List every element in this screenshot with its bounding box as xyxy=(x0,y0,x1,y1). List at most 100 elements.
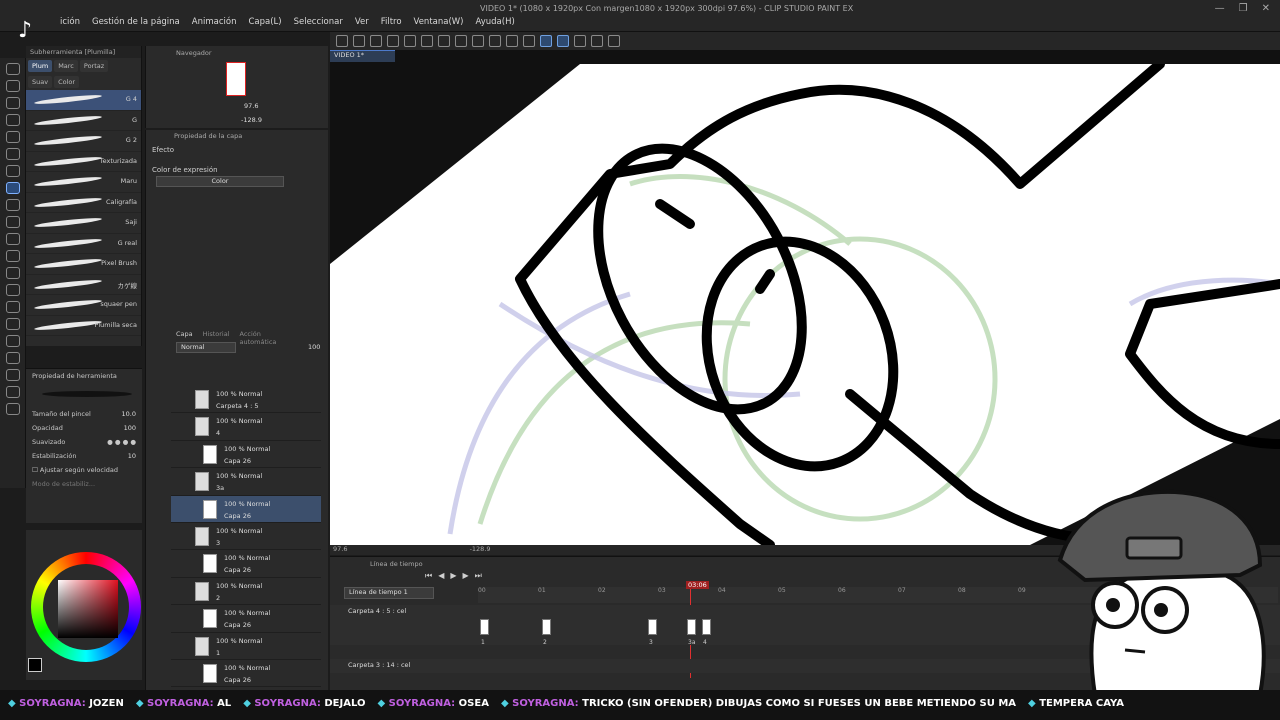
tab-pen[interactable]: Plum xyxy=(28,60,53,72)
brush-item[interactable]: G 4 xyxy=(26,90,141,111)
expression-color-select[interactable]: Color xyxy=(156,176,284,187)
menu-page-management[interactable]: Gestión de la página xyxy=(92,17,180,27)
operation-tool-icon[interactable] xyxy=(6,97,20,109)
timeline-cel[interactable] xyxy=(687,619,696,635)
snap-ruler-icon[interactable] xyxy=(540,35,552,47)
brush-item[interactable]: Texturizada xyxy=(26,152,141,172)
layer-item[interactable]: 100 % Normal Capa 26 xyxy=(171,495,321,523)
view-icon[interactable] xyxy=(370,35,382,47)
menu-select[interactable]: Seleccionar xyxy=(294,17,343,27)
tab-auto-action[interactable]: Acción automática xyxy=(240,330,298,346)
stabilization-value[interactable]: 10 xyxy=(128,452,136,460)
tab-portaminas[interactable]: Portaz xyxy=(79,60,109,72)
figure-tool-icon[interactable] xyxy=(6,318,20,330)
gradient-tool-icon[interactable] xyxy=(6,301,20,313)
menu-view[interactable]: Ver xyxy=(355,17,369,27)
drawing-canvas[interactable] xyxy=(330,64,1280,545)
new-icon[interactable] xyxy=(353,35,365,47)
frame-tool-icon[interactable] xyxy=(6,335,20,347)
last-frame-icon[interactable]: ⏭ xyxy=(475,571,482,581)
balloon-tool-icon[interactable] xyxy=(6,386,20,398)
timeline-cel[interactable] xyxy=(542,619,551,635)
tab-marker[interactable]: Marc xyxy=(54,60,78,72)
layer-folder[interactable]: 100 % Normal 3a xyxy=(171,468,321,496)
tab-color[interactable]: Color xyxy=(54,76,80,88)
save-icon[interactable] xyxy=(404,35,416,47)
tab-smooth[interactable]: Suav xyxy=(28,76,53,88)
document-tab[interactable]: VIDEO 1* xyxy=(330,50,395,62)
brush-size-value[interactable]: 10.0 xyxy=(122,410,136,418)
fill-icon[interactable] xyxy=(489,35,501,47)
settings-icon[interactable] xyxy=(608,35,620,47)
fill-tool-icon[interactable] xyxy=(6,284,20,296)
eraser-tool-icon[interactable] xyxy=(6,250,20,262)
zoom-tool-icon[interactable] xyxy=(6,63,20,75)
next-frame-icon[interactable]: ▶ xyxy=(463,571,469,581)
brush-item[interactable]: G real xyxy=(26,234,141,254)
stabilization-row[interactable]: Estabilización 10 xyxy=(26,449,142,463)
menu-animation[interactable]: Animación xyxy=(192,17,237,27)
smoothing-dots[interactable]: ● ● ● ● xyxy=(107,438,136,446)
lasso-tool-icon[interactable] xyxy=(6,80,20,92)
timeline-select[interactable]: Línea de tiempo 1 xyxy=(344,587,434,599)
move-tool-icon[interactable] xyxy=(6,114,20,126)
play-icon[interactable]: ▶ xyxy=(450,571,456,581)
grid-icon[interactable] xyxy=(523,35,535,47)
layer-folder[interactable]: 100 % Normal 4 xyxy=(171,413,321,441)
canvas-angle[interactable]: -128.9 xyxy=(470,545,491,553)
brush-item[interactable]: squaer pen xyxy=(26,295,141,316)
speed-checkbox[interactable]: ☐ Ajustar según velocidad xyxy=(32,466,118,474)
navigator-thumbnail[interactable] xyxy=(226,62,246,96)
layer-item[interactable]: 100 % Normal Capa 26 xyxy=(171,660,321,688)
brush-item[interactable]: G 2 xyxy=(26,131,141,152)
maximize-icon[interactable]: ❐ xyxy=(1239,3,1248,14)
pencil-tool-icon[interactable] xyxy=(6,199,20,211)
export-icon[interactable] xyxy=(421,35,433,47)
main-color-swatch[interactable] xyxy=(28,658,42,672)
text-tool-icon[interactable] xyxy=(6,369,20,381)
opacity-row[interactable]: Opacidad 100 xyxy=(26,421,142,435)
hue-wheel[interactable] xyxy=(31,552,141,662)
layer-item[interactable]: 100 % Normal Capa 26 xyxy=(171,441,321,469)
brush-item[interactable]: Caligrafía xyxy=(26,193,141,213)
menu-edit[interactable]: ición xyxy=(60,17,80,27)
brush-tool-icon[interactable] xyxy=(6,216,20,228)
stabilization-mode[interactable]: Modo de estabiliz... xyxy=(32,480,95,488)
brush-size-row[interactable]: Tamaño del pincel 10.0 xyxy=(26,407,142,421)
canvas-zoom[interactable]: 97.6 xyxy=(333,545,347,553)
brush-item[interactable]: Plumilla seca xyxy=(26,316,141,336)
menu-help[interactable]: Ayuda(H) xyxy=(476,17,515,27)
layer-item[interactable]: 100 % Normal Capa 26 xyxy=(171,605,321,633)
brush-item[interactable]: カゲ線 xyxy=(26,275,141,295)
transform-icon[interactable] xyxy=(472,35,484,47)
opacity-value[interactable]: 100 xyxy=(124,424,136,432)
canvas-area[interactable]: VIDEO 1* xyxy=(330,50,1280,545)
close-icon[interactable]: ✕ xyxy=(1262,3,1270,14)
magic-wand-icon[interactable] xyxy=(6,148,20,160)
timeline-cel[interactable] xyxy=(702,619,711,635)
blend-mode-select[interactable]: Normal xyxy=(176,342,236,353)
eyedropper-icon[interactable] xyxy=(6,165,20,177)
menu-window[interactable]: Ventana(W) xyxy=(414,17,464,27)
layer-item[interactable]: 100 % Normal Capa 26 xyxy=(171,550,321,578)
prev-frame-icon[interactable]: ◀ xyxy=(438,571,444,581)
redo-icon[interactable] xyxy=(455,35,467,47)
layer-opacity[interactable]: 100 xyxy=(308,343,320,351)
layer-folder[interactable]: 100 % Normal 3 xyxy=(171,523,321,551)
layer-folder[interactable]: 100 % Normal 1 xyxy=(171,633,321,660)
airbrush-tool-icon[interactable] xyxy=(6,233,20,245)
menu-layer[interactable]: Capa(L) xyxy=(248,17,281,27)
undo-icon[interactable] xyxy=(438,35,450,47)
open-icon[interactable] xyxy=(387,35,399,47)
brush-item[interactable]: G xyxy=(26,111,141,131)
layer-folder[interactable]: 100 % Normal Carpeta 4 : 5 xyxy=(171,386,321,414)
timeline-tab[interactable]: Línea de tiempo xyxy=(370,560,423,568)
snap-special-icon[interactable] xyxy=(557,35,569,47)
navigator-zoom[interactable]: 97.6 xyxy=(244,102,258,110)
brush-item[interactable]: Pixel Brush xyxy=(26,254,141,275)
selection-tool-icon[interactable] xyxy=(6,131,20,143)
timeline-cel[interactable] xyxy=(648,619,657,635)
pen-tool-icon[interactable] xyxy=(6,182,20,194)
device-icon[interactable] xyxy=(591,35,603,47)
snap-grid-icon[interactable] xyxy=(574,35,586,47)
